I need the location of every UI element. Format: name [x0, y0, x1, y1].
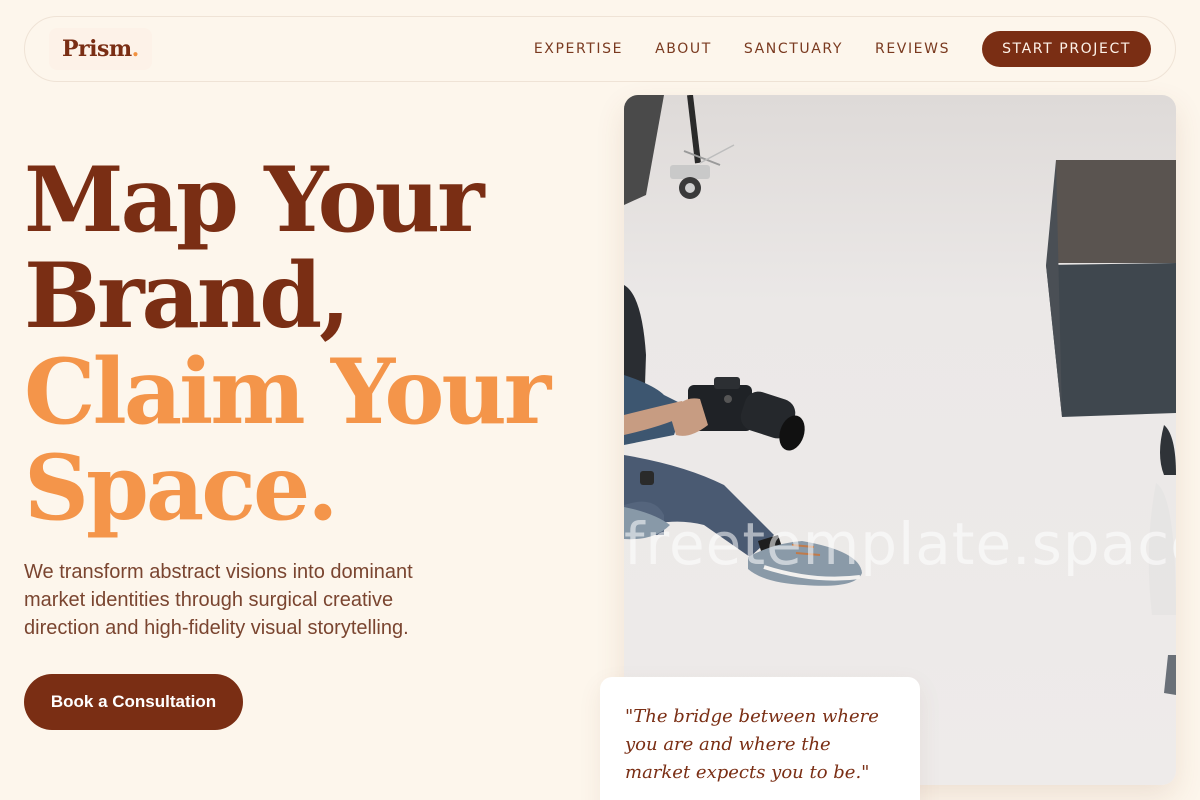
brand-dot: .	[131, 36, 140, 62]
brand-name: Prism	[62, 36, 132, 62]
nav-link-sanctuary[interactable]: SANCTUARY	[744, 41, 843, 57]
hero-headline: Map Your Brand, Claim Your Space.	[24, 152, 584, 536]
nav-link-expertise[interactable]: EXPERTISE	[534, 41, 623, 57]
headline-line-3: Claim Your	[24, 339, 551, 445]
brand-logo[interactable]: Prism.	[49, 28, 152, 70]
start-project-button[interactable]: START PROJECT	[982, 31, 1151, 67]
top-navigation: Prism. EXPERTISE ABOUT SANCTUARY REVIEWS…	[24, 16, 1176, 82]
nav-links: EXPERTISE ABOUT SANCTUARY REVIEWS START …	[534, 31, 1151, 67]
image-watermark: freetemplate.space	[624, 510, 1176, 578]
nav-link-reviews[interactable]: REVIEWS	[875, 41, 950, 57]
headline-line-2: Brand,	[24, 243, 351, 349]
quote-card: "The bridge between where you are and wh…	[600, 677, 920, 800]
book-consultation-button[interactable]: Book a Consultation	[24, 674, 243, 730]
nav-link-about[interactable]: ABOUT	[655, 41, 712, 57]
headline-line-1: Map Your	[24, 147, 485, 253]
quote-text: "The bridge between where you are and wh…	[625, 706, 879, 783]
hero-subtext: We transform abstract visions into domin…	[24, 561, 413, 639]
landing-page: Prism. EXPERTISE ABOUT SANCTUARY REVIEWS…	[0, 0, 1200, 800]
headline-line-4: Space.	[24, 435, 339, 541]
